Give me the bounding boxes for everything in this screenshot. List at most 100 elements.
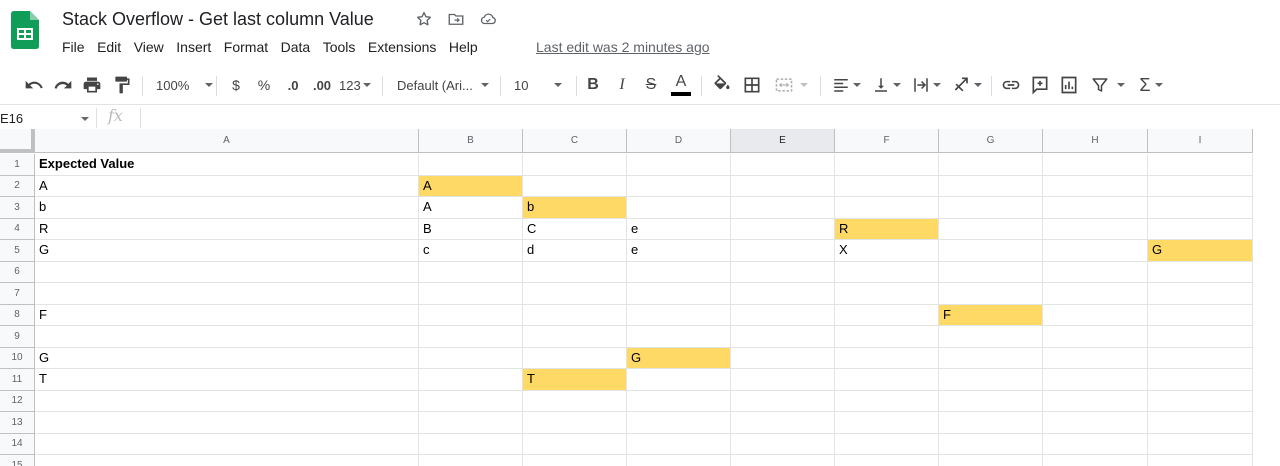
cell-f2[interactable] [835, 175, 939, 197]
menu-view[interactable]: View [134, 38, 164, 56]
cell-g4[interactable] [939, 218, 1043, 240]
row-header-7[interactable]: 7 [0, 283, 35, 305]
cell-g9[interactable] [939, 326, 1043, 348]
row-header-14[interactable]: 14 [0, 433, 35, 455]
cell-b3[interactable]: A [419, 197, 523, 219]
functions-button[interactable]: Σ [1136, 69, 1166, 101]
fill-color-icon[interactable] [711, 69, 733, 101]
cell-i4[interactable] [1148, 218, 1253, 240]
name-box[interactable]: E16 [0, 108, 92, 128]
font-family-select[interactable]: Default (Ari... [397, 69, 491, 101]
cell-a1[interactable]: Expected Value [35, 154, 419, 176]
cell-g13[interactable] [939, 412, 1043, 434]
cell-d5[interactable]: e [627, 240, 731, 262]
cell-c5[interactable]: d [523, 240, 627, 262]
cell-h4[interactable] [1043, 218, 1148, 240]
cell-e15[interactable] [731, 455, 835, 466]
cell-f4[interactable]: R [835, 218, 939, 240]
cell-b6[interactable] [419, 261, 523, 283]
cell-b8[interactable] [419, 304, 523, 326]
cell-d9[interactable] [627, 326, 731, 348]
column-header-i[interactable]: I [1148, 129, 1253, 153]
cloud-status-icon[interactable] [478, 9, 498, 29]
cell-a9[interactable] [35, 326, 419, 348]
cell-g11[interactable] [939, 369, 1043, 391]
undo-icon[interactable] [22, 69, 46, 101]
cell-e13[interactable] [731, 412, 835, 434]
cell-a7[interactable] [35, 283, 419, 305]
row-header-1[interactable]: 1 [0, 154, 35, 176]
format-percent-button[interactable]: % [256, 69, 272, 101]
cell-g7[interactable] [939, 283, 1043, 305]
cell-a4[interactable]: R [35, 218, 419, 240]
cell-e3[interactable] [731, 197, 835, 219]
cell-f1[interactable] [835, 154, 939, 176]
cell-b14[interactable] [419, 433, 523, 455]
cell-c9[interactable] [523, 326, 627, 348]
cell-e4[interactable] [731, 218, 835, 240]
cell-e9[interactable] [731, 326, 835, 348]
cell-d2[interactable] [627, 175, 731, 197]
cell-g2[interactable] [939, 175, 1043, 197]
increase-decimals-button[interactable]: .00 [311, 69, 333, 101]
menu-extensions[interactable]: Extensions [368, 38, 436, 56]
cell-i8[interactable] [1148, 304, 1253, 326]
row-header-11[interactable]: 11 [0, 369, 35, 391]
column-header-h[interactable]: H [1043, 129, 1148, 153]
cell-c12[interactable] [523, 390, 627, 412]
cell-c13[interactable] [523, 412, 627, 434]
column-header-b[interactable]: B [419, 129, 523, 153]
strikethrough-button[interactable]: S [643, 69, 659, 101]
star-icon[interactable] [414, 9, 434, 29]
cell-d11[interactable] [627, 369, 731, 391]
cell-h3[interactable] [1043, 197, 1148, 219]
paint-format-icon[interactable] [110, 69, 134, 101]
cell-i14[interactable] [1148, 433, 1253, 455]
cell-c7[interactable] [523, 283, 627, 305]
cell-i11[interactable] [1148, 369, 1253, 391]
cell-c11[interactable]: T [523, 369, 627, 391]
cell-g8[interactable]: F [939, 304, 1043, 326]
cell-b1[interactable] [419, 154, 523, 176]
cell-g15[interactable] [939, 455, 1043, 466]
cell-f3[interactable] [835, 197, 939, 219]
cell-b5[interactable]: c [419, 240, 523, 262]
cell-d15[interactable] [627, 455, 731, 466]
cell-b7[interactable] [419, 283, 523, 305]
cell-h14[interactable] [1043, 433, 1148, 455]
cell-h7[interactable] [1043, 283, 1148, 305]
last-edit-link[interactable]: Last edit was 2 minutes ago [536, 39, 710, 55]
cell-b15[interactable] [419, 455, 523, 466]
cell-b4[interactable]: B [419, 218, 523, 240]
cell-d7[interactable] [627, 283, 731, 305]
cell-h6[interactable] [1043, 261, 1148, 283]
row-header-8[interactable]: 8 [0, 304, 35, 326]
cell-e5[interactable] [731, 240, 835, 262]
cell-g6[interactable] [939, 261, 1043, 283]
cell-a15[interactable] [35, 455, 419, 466]
cell-c10[interactable] [523, 347, 627, 369]
cell-c14[interactable] [523, 433, 627, 455]
row-header-12[interactable]: 12 [0, 390, 35, 412]
menu-file[interactable]: File [62, 38, 85, 56]
cell-c8[interactable] [523, 304, 627, 326]
cell-b2[interactable]: A [419, 175, 523, 197]
cell-d4[interactable]: e [627, 218, 731, 240]
cell-h15[interactable] [1043, 455, 1148, 466]
cell-h9[interactable] [1043, 326, 1148, 348]
cell-f6[interactable] [835, 261, 939, 283]
merge-cells-icon[interactable] [772, 69, 810, 101]
text-rotation-icon[interactable] [950, 69, 984, 101]
cell-h12[interactable] [1043, 390, 1148, 412]
cell-h11[interactable] [1043, 369, 1148, 391]
menu-edit[interactable]: Edit [97, 38, 121, 56]
cell-a6[interactable] [35, 261, 419, 283]
zoom-select[interactable]: 100% [156, 69, 214, 101]
cell-c4[interactable]: C [523, 218, 627, 240]
cell-c2[interactable] [523, 175, 627, 197]
cell-a12[interactable] [35, 390, 419, 412]
cell-e14[interactable] [731, 433, 835, 455]
cell-h10[interactable] [1043, 347, 1148, 369]
row-header-15[interactable]: 15 [0, 455, 35, 466]
print-icon[interactable] [80, 69, 104, 101]
